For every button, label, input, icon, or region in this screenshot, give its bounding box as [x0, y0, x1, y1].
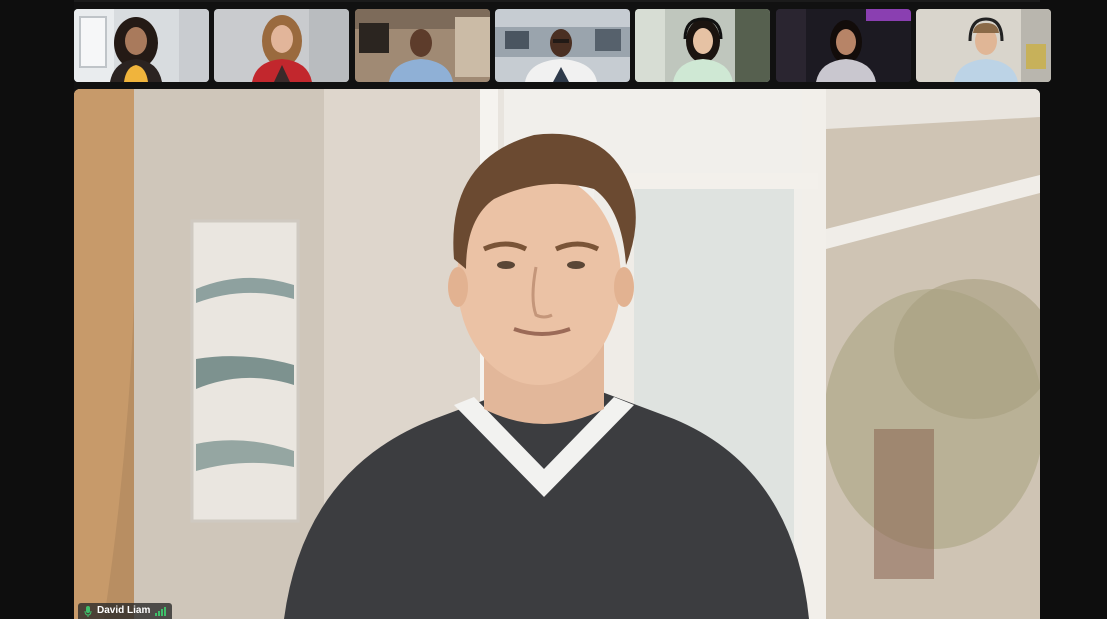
participant-video [776, 9, 911, 82]
participant-video [635, 9, 770, 82]
participant-video [214, 9, 349, 82]
speaker-name-tag: David Liam [78, 603, 173, 619]
mic-icon [84, 605, 92, 617]
participant-tile[interactable] [776, 9, 911, 82]
participant-video [495, 9, 630, 82]
speaker-video [74, 89, 1040, 619]
video-call-window: David Liam [0, 0, 1107, 619]
left-margin [0, 0, 74, 619]
participant-tile[interactable] [495, 9, 630, 82]
top-edge [0, 0, 1107, 2]
participant-tile[interactable] [355, 9, 490, 82]
participant-video [916, 9, 1051, 82]
speaker-name: David Liam [97, 605, 151, 616]
participant-tile[interactable] [74, 9, 209, 82]
participant-tile[interactable] [635, 9, 770, 82]
participant-tile[interactable] [214, 9, 349, 82]
participant-filmstrip [74, 9, 1051, 82]
participant-video [355, 9, 490, 82]
participant-tile[interactable] [916, 9, 1051, 82]
active-speaker-tile[interactable]: David Liam [74, 89, 1040, 619]
participant-video [74, 9, 209, 82]
right-margin [1040, 0, 1107, 619]
signal-bars-icon [155, 606, 167, 616]
